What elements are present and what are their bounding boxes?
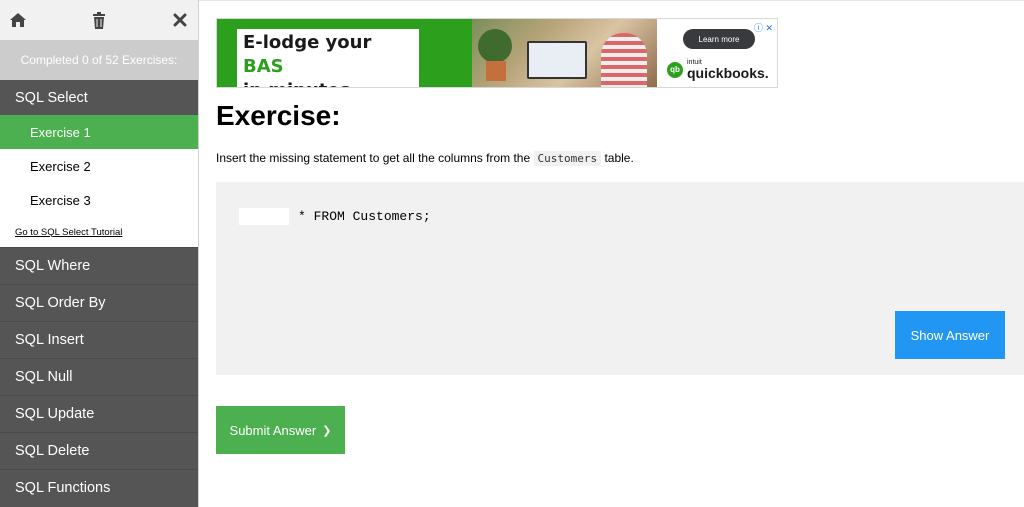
ad-brand: quickbooks.: [687, 65, 769, 81]
app-root: Completed 0 of 52 Exercises: SQL Select …: [0, 0, 1024, 507]
code-rest: * FROM Customers;: [298, 209, 431, 224]
pot-image: [486, 61, 506, 81]
home-icon[interactable]: [8, 10, 28, 30]
quickbooks-logo: qb intuit quickbooks.: [667, 59, 769, 80]
section-sql-select[interactable]: SQL Select: [0, 80, 198, 115]
sidebar: Completed 0 of 52 Exercises: SQL Select …: [0, 0, 199, 507]
submit-label: Submit Answer: [229, 422, 317, 438]
laptop-image: [527, 41, 587, 79]
exercise-list: Exercise 1 Exercise 2 Exercise 3 Go to S…: [0, 115, 198, 247]
instruction-after: table.: [604, 151, 634, 165]
menu-item-sql-order-by[interactable]: SQL Order By: [0, 284, 198, 321]
ad-headline: E-lodge your BAS in minutes: [237, 29, 419, 87]
chevron-right-icon: ❯: [322, 424, 332, 437]
menu-item-sql-where[interactable]: SQL Where: [0, 247, 198, 284]
plant-image: [478, 29, 512, 63]
close-icon[interactable]: [170, 10, 190, 30]
progress-text: Completed 0 of 52 Exercises:: [0, 40, 198, 80]
qb-icon: qb: [667, 61, 683, 78]
instruction-code: Customers: [533, 151, 602, 166]
exercise-item-3[interactable]: Exercise 3: [0, 183, 198, 217]
submit-answer-button[interactable]: Submit Answer ❯: [216, 406, 345, 454]
instruction-before: Insert the missing statement to get all …: [216, 151, 531, 165]
exercise-item-2[interactable]: Exercise 2: [0, 149, 198, 183]
menu-item-sql-insert[interactable]: SQL Insert: [0, 321, 198, 358]
page-title: Exercise:: [216, 100, 341, 131]
menu-item-sql-functions[interactable]: SQL Functions: [0, 469, 198, 506]
top-divider: [199, 0, 1024, 1]
answer-input[interactable]: [239, 208, 289, 225]
menu-item-sql-delete[interactable]: SQL Delete: [0, 432, 198, 469]
ad-headline-line2: in minutes: [243, 79, 413, 87]
ad-headline-prefix: E-lodge your: [243, 32, 372, 53]
ad-headline-panel: E-lodge your BAS in minutes: [217, 19, 472, 87]
instruction-text: Insert the missing statement to get all …: [216, 151, 634, 166]
exercise-item-1[interactable]: Exercise 1: [0, 115, 198, 149]
trash-icon[interactable]: [89, 10, 109, 30]
ad-learn-more-button[interactable]: Learn more: [683, 29, 755, 49]
ad-banner[interactable]: E-lodge your BAS in minutes Learn more q…: [216, 18, 778, 88]
sidebar-toolbar: [0, 0, 198, 40]
exercise-box: * FROM Customers; Show Answer: [216, 182, 1024, 375]
ad-brand-panel: Learn more qb intuit quickbooks. ⓘ ✕: [657, 19, 777, 87]
tutorial-link[interactable]: Go to SQL Select Tutorial: [0, 217, 198, 247]
person-image: [601, 33, 647, 87]
ad-photo: [472, 19, 657, 87]
menu-item-sql-update[interactable]: SQL Update: [0, 395, 198, 432]
show-answer-button[interactable]: Show Answer: [895, 311, 1005, 359]
ad-close-icon[interactable]: ⓘ ✕: [754, 21, 773, 34]
ad-headline-highlight: BAS: [243, 56, 284, 77]
menu-item-sql-null[interactable]: SQL Null: [0, 358, 198, 395]
